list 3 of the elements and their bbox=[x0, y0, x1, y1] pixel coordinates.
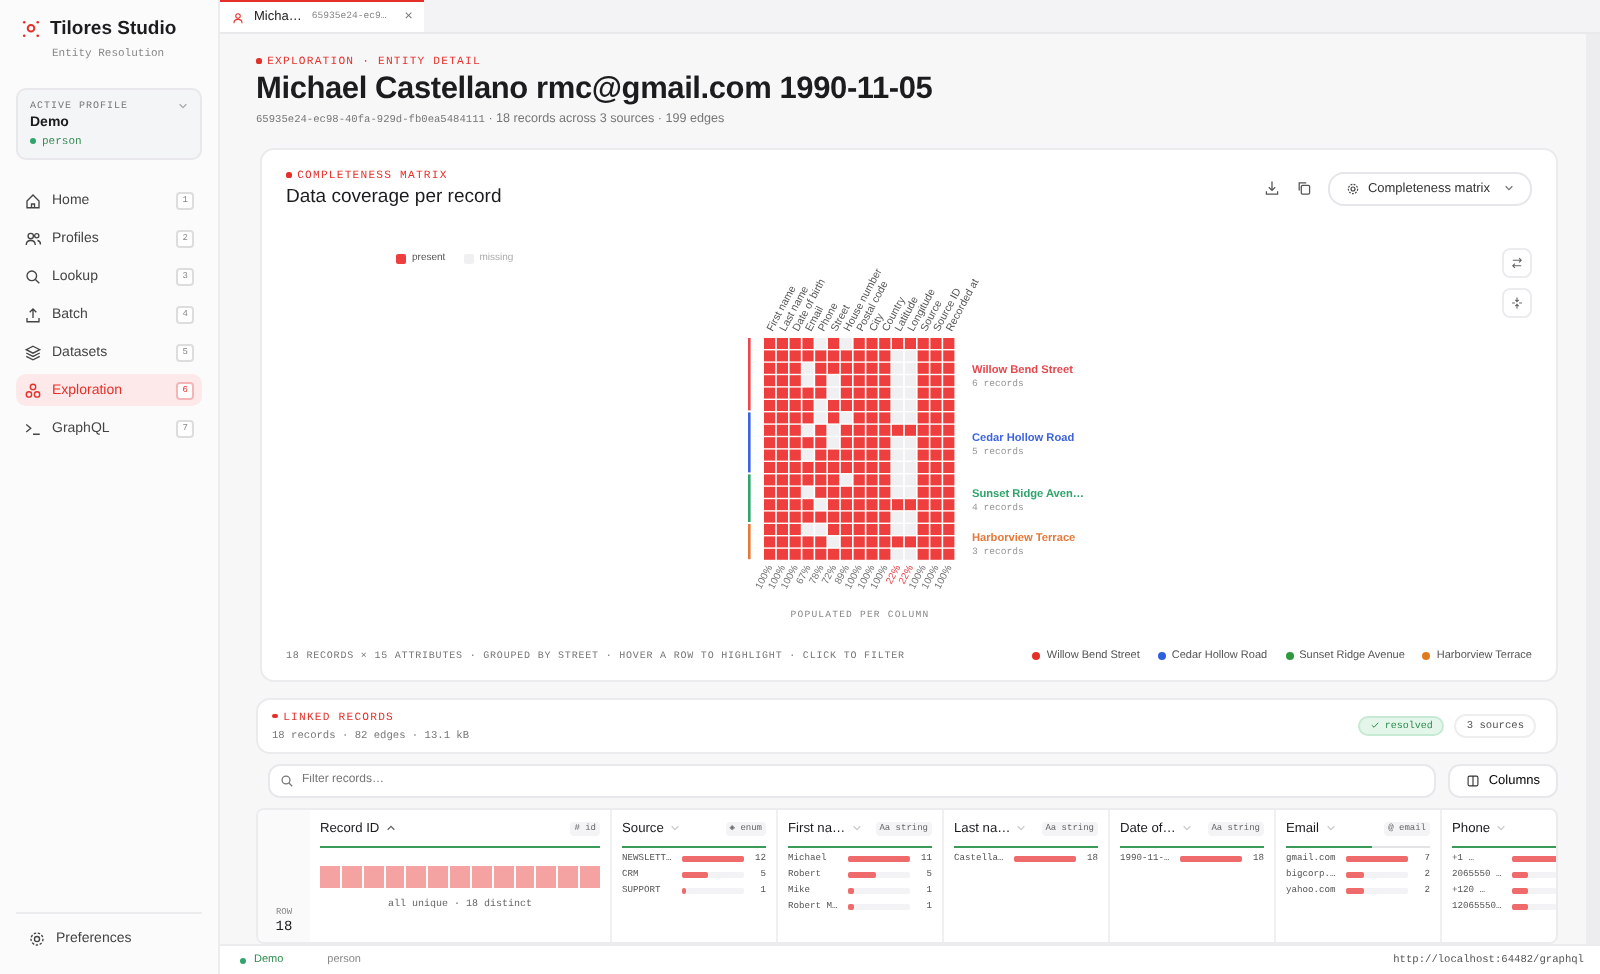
card-title: Data coverage per record bbox=[286, 186, 502, 208]
page-title: Michael Castellano rmc@gmail.com 1990-11-05 bbox=[256, 72, 935, 108]
app-name: Tilores Studio bbox=[50, 18, 177, 40]
